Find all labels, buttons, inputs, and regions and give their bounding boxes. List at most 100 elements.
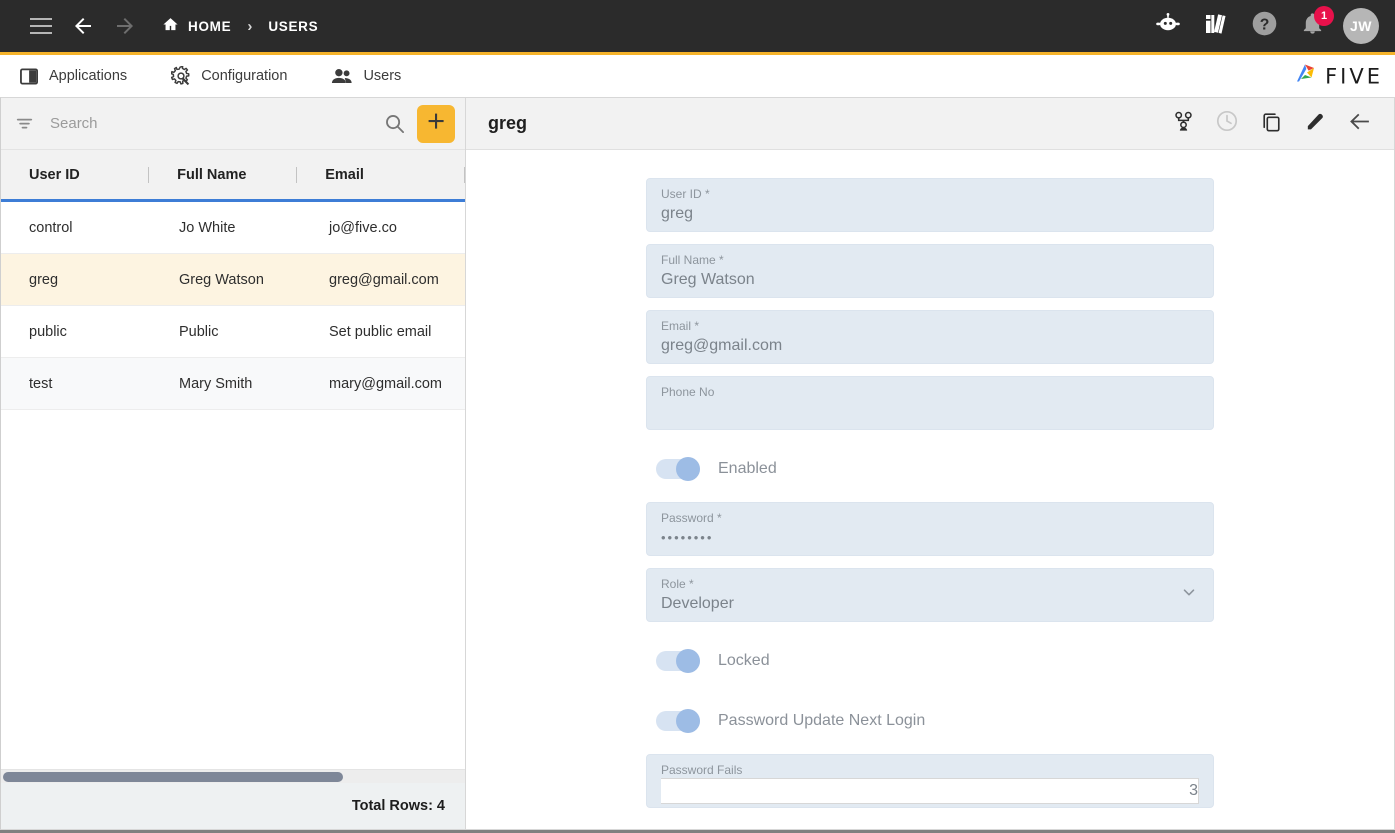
cell-user-id: greg [29, 271, 59, 288]
user-list-panel: User ID Full Name Email [0, 97, 466, 830]
cell-full-name: Mary Smith [179, 375, 253, 392]
horizontal-scrollbar[interactable] [1, 769, 465, 783]
table-row[interactable]: public Public Set public email [1, 306, 465, 358]
role-value: Developer [661, 595, 734, 612]
edit-pencil-icon [1304, 110, 1327, 138]
filter-icon[interactable] [15, 114, 34, 133]
column-header-full-name[interactable]: Full Name [149, 150, 298, 199]
email-label: Email * [661, 319, 700, 333]
cell-full-name: Public [179, 323, 219, 340]
user-id-field[interactable]: User ID * greg [646, 178, 1214, 232]
column-header-email[interactable]: Email [297, 150, 445, 199]
duplicate-copy-icon [1260, 110, 1283, 138]
breadcrumb-item-home[interactable]: HOME [162, 16, 231, 36]
toggle-knob [676, 457, 700, 481]
tab-users[interactable]: Users [331, 67, 401, 85]
phone-no-field[interactable]: Phone No [646, 376, 1214, 430]
enabled-toggle[interactable] [656, 457, 700, 481]
full-name-label: Full Name * [661, 253, 724, 267]
duplicate-button[interactable] [1256, 109, 1286, 139]
add-user-button[interactable] [417, 104, 455, 143]
user-roles-icon [1172, 110, 1195, 138]
scrollbar-thumb[interactable] [3, 771, 343, 782]
detail-header: greg [466, 98, 1394, 150]
password-fails-value: 3 [661, 778, 1199, 804]
password-update-next-login-toggle[interactable] [656, 709, 700, 733]
edit-button[interactable] [1300, 109, 1330, 139]
breadcrumb-item-users[interactable]: USERS [268, 19, 318, 34]
tab-label-configuration: Configuration [201, 68, 288, 84]
locked-toggle-row: Locked [646, 634, 1214, 688]
full-name-field[interactable]: Full Name * Greg Watson [646, 244, 1214, 298]
nav-left-group: HOME › USERS [20, 5, 318, 47]
column-header-user-id[interactable]: User ID [1, 150, 150, 199]
cell-email: greg@gmail.com [329, 271, 439, 288]
password-update-toggle-row: Password Update Next Login [646, 694, 1214, 748]
user-form: User ID * greg Full Name * Greg Watson E… [646, 178, 1214, 808]
nav-back-button[interactable] [62, 5, 104, 47]
history-clock-icon [1215, 109, 1239, 138]
role-label: Role * [661, 577, 694, 591]
column-divider[interactable] [464, 166, 466, 183]
five-logo-icon [1292, 61, 1318, 92]
nav-right-group: ? 1 JW [1151, 6, 1379, 44]
hamburger-icon [30, 18, 52, 34]
password-value: •••••••• [661, 530, 714, 545]
table-row[interactable]: test Mary Smith mary@gmail.com [1, 358, 465, 410]
full-name-value: Greg Watson [661, 271, 755, 288]
hamburger-menu-button[interactable] [20, 5, 62, 47]
user-id-value: greg [661, 205, 694, 222]
help-circle-icon: ? [1251, 10, 1278, 42]
password-update-label: Password Update Next Login [718, 712, 926, 729]
chat-bot-button[interactable] [1151, 9, 1185, 43]
notifications-button[interactable]: 1 [1295, 6, 1334, 43]
detail-back-button[interactable] [1344, 109, 1374, 139]
column-header-label: Full Name [177, 166, 247, 183]
user-roles-button[interactable] [1168, 109, 1198, 139]
password-field[interactable]: Password * •••••••• [646, 502, 1214, 556]
application-window: HOME › USERS ? 1 JW Applications Configu… [0, 0, 1395, 833]
table-row[interactable]: greg Greg Watson greg@gmail.com [1, 254, 465, 306]
back-arrow-icon [1347, 109, 1372, 139]
breadcrumb-label-users: USERS [268, 18, 319, 34]
chat-bot-icon [1155, 12, 1181, 40]
brand-text: FIVE [1325, 64, 1383, 88]
password-fails-field[interactable]: Password Fails 3 [646, 754, 1214, 808]
search-input[interactable] [42, 115, 372, 132]
avatar[interactable]: JW [1343, 8, 1379, 44]
toggle-knob [676, 649, 700, 673]
phone-no-label: Phone No [661, 385, 715, 399]
search-icon[interactable] [380, 109, 409, 138]
tab-configuration[interactable]: Configuration [171, 66, 287, 86]
locked-label: Locked [718, 652, 770, 669]
cell-user-id: test [29, 375, 53, 392]
user-id-label: User ID * [661, 187, 710, 201]
section-tab-bar: Applications Configuration Users FIVE [0, 55, 1395, 97]
detail-form-scroll: User ID * greg Full Name * Greg Watson E… [466, 150, 1394, 829]
tab-applications[interactable]: Applications [20, 67, 127, 86]
breadcrumb-separator: › [247, 17, 253, 35]
chevron-down-icon[interactable] [1179, 583, 1199, 608]
search-toolbar [1, 98, 465, 150]
column-header-label: Email [325, 166, 364, 183]
locked-toggle[interactable] [656, 649, 700, 673]
configuration-gear-icon [171, 66, 191, 86]
cell-full-name: Jo White [179, 219, 236, 236]
help-button[interactable]: ? [1247, 9, 1281, 43]
table-row[interactable]: control Jo White jo@five.co [1, 202, 465, 254]
plus-icon [425, 110, 447, 137]
tab-label-applications: Applications [49, 68, 128, 84]
email-field[interactable]: Email * greg@gmail.com [646, 310, 1214, 364]
home-icon [162, 16, 179, 36]
user-detail-panel: greg User ID * greg Full Name * Greg Wat… [466, 97, 1395, 830]
main-content-area: User ID Full Name Email [0, 97, 1395, 830]
page-title: greg [488, 113, 528, 133]
library-docs-button[interactable] [1199, 9, 1233, 43]
history-button[interactable] [1212, 109, 1242, 139]
detail-action-bar [1168, 109, 1374, 139]
column-header-extra[interactable] [445, 150, 466, 199]
nav-forward-button[interactable] [104, 5, 146, 47]
cell-user-id: control [29, 219, 73, 236]
role-select[interactable]: Role * Developer [646, 568, 1214, 622]
tab-label-users: Users [363, 68, 402, 84]
